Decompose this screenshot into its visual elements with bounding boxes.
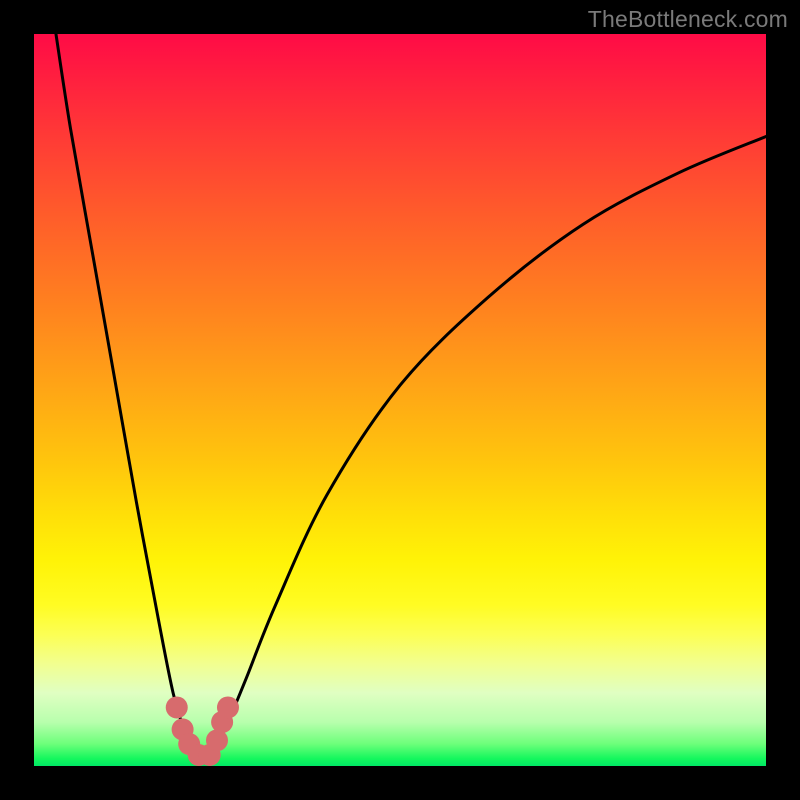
valley-marker xyxy=(217,696,239,718)
valley-markers xyxy=(166,696,239,766)
curve-right-branch xyxy=(210,136,766,758)
curve-layer xyxy=(34,34,766,766)
attribution-text: TheBottleneck.com xyxy=(588,6,788,33)
valley-marker xyxy=(166,696,188,718)
plot-area xyxy=(34,34,766,766)
curve-left-branch xyxy=(56,34,199,759)
chart-frame: TheBottleneck.com xyxy=(0,0,800,800)
